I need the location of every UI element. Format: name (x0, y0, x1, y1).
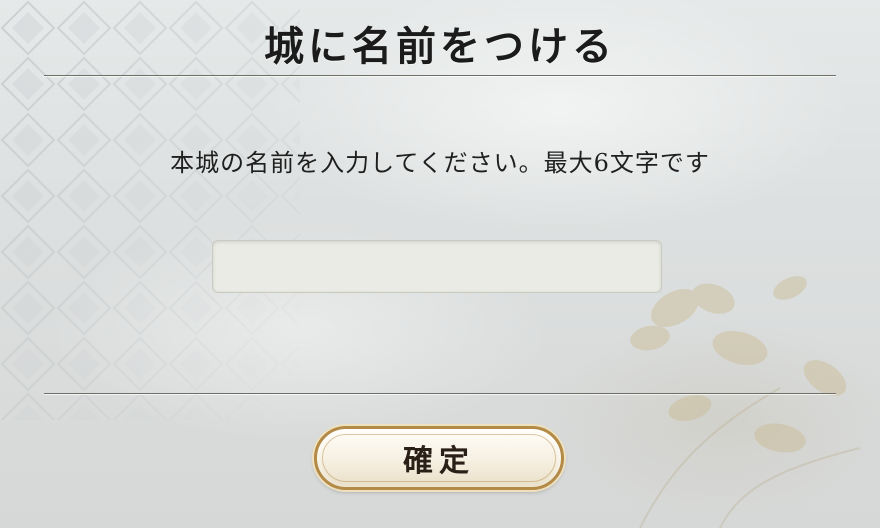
confirm-button-label: 確定 (403, 444, 475, 479)
footer-divider (44, 393, 836, 395)
dialog-title: 城に名前をつける (264, 23, 616, 70)
name-castle-dialog: 城に名前をつける 本城の名前を入力してください。最大6文字です 確定 (0, 0, 880, 528)
instruction-text: 本城の名前を入力してください。最大6文字です (170, 149, 710, 177)
title-divider (44, 75, 836, 77)
title-bar: 城に名前をつける (0, 0, 880, 78)
confirm-button[interactable]: 確定 (314, 426, 564, 490)
castle-name-input[interactable] (212, 240, 662, 293)
